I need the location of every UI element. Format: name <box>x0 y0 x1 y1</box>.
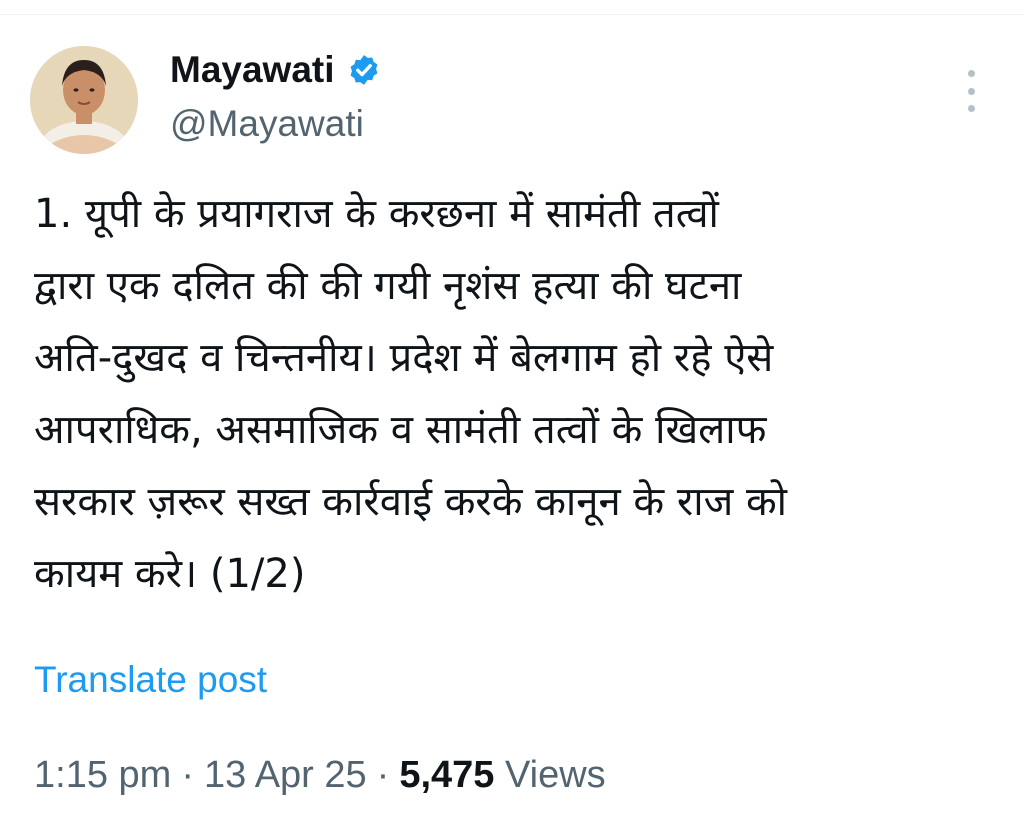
tweet-text-line: कायम करे। (1/2) <box>34 551 306 597</box>
more-vertical-icon-dot <box>967 105 975 112</box>
tweet-text-line: आपराधिक, असमाजिक व सामंती तत्वों के खिला… <box>34 407 767 453</box>
profile-photo <box>30 46 138 154</box>
post-date[interactable]: 13 Apr 25 <box>204 754 367 796</box>
more-vertical-icon <box>967 70 975 77</box>
tweet-meta: 1:15 pm · 13 Apr 25 · 5,475 Views <box>34 750 606 800</box>
translate-post-link[interactable]: Translate post <box>34 656 267 704</box>
views-count[interactable]: 5,475 <box>399 754 494 796</box>
tweet-text-line: सरकार ज़रूर सख्त कार्रवाई करके कानून के … <box>34 479 788 525</box>
verified-badge-icon <box>350 55 377 85</box>
views-label: Views <box>504 754 606 796</box>
more-vertical-icon-dot <box>967 87 975 95</box>
tweet-text: 1. यूपी के प्रयागराज के करछना में सामंती… <box>34 178 994 610</box>
tweet-text-line: द्वारा एक दलित की की गयी नृशंस हत्या की … <box>34 263 742 309</box>
meta-separator: · <box>181 754 194 796</box>
more-options-button[interactable] <box>956 70 986 112</box>
author-handle[interactable]: @Mayawati <box>170 100 364 148</box>
author-display-name[interactable]: Mayawati <box>170 46 335 94</box>
meta-separator: · <box>376 754 390 796</box>
tweet-text-line: अति-दुखद व चिन्तनीय। प्रदेश में बेलगाम ह… <box>34 335 774 381</box>
tweet-text-line: 1. यूपी के प्रयागराज के करछना में सामंती… <box>34 191 719 237</box>
post-time[interactable]: 1:15 pm <box>34 754 171 796</box>
top-divider <box>0 14 1024 15</box>
avatar[interactable] <box>30 46 138 154</box>
author-name-row: Mayawati <box>170 46 381 94</box>
